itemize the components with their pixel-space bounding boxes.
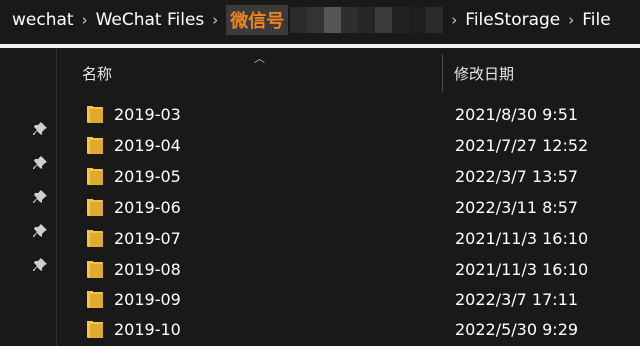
list-item[interactable]: 2019-05 2022/3/7 13:57 (57, 162, 640, 193)
list-item[interactable]: 2019-03 2021/8/30 9:51 (57, 100, 640, 131)
folder-name: 2019-09 (114, 290, 181, 309)
chevron-right-icon[interactable]: › (451, 11, 457, 29)
folder-name: 2019-03 (114, 105, 181, 124)
folder-name: 2019-04 (114, 136, 181, 155)
list-item[interactable]: 2019-06 2022/3/11 8:57 (57, 193, 640, 224)
breadcrumb-file[interactable]: File (582, 10, 610, 30)
breadcrumb-filestorage[interactable]: FileStorage (465, 10, 560, 30)
folder-icon (87, 199, 103, 216)
list-item[interactable]: 2019-10 2022/5/30 9:29 (57, 315, 640, 346)
date-modified: 2021/8/30 9:51 (455, 105, 579, 124)
pin-icon[interactable] (32, 223, 48, 239)
redacted-area (290, 7, 444, 33)
folder-icon (87, 137, 103, 154)
breadcrumb-wechat-id[interactable]: 微信号 (226, 5, 289, 35)
folder-icon (87, 168, 103, 185)
date-modified: 2022/3/11 8:57 (455, 198, 579, 217)
date-modified: 2021/11/3 16:10 (455, 229, 589, 248)
list-item[interactable]: 2019-08 2021/11/3 16:10 (57, 255, 640, 286)
folder-name: 2019-07 (114, 229, 181, 248)
list-item[interactable]: 2019-04 2021/7/27 12:52 (57, 131, 640, 162)
breadcrumb-wechat-files[interactable]: WeChat Files (96, 10, 205, 30)
folder-icon (87, 261, 103, 278)
list-item[interactable]: 2019-07 2021/11/3 16:10 (57, 224, 640, 255)
folder-icon (87, 106, 103, 123)
pin-icon[interactable] (32, 155, 48, 171)
date-modified: 2021/7/27 12:52 (455, 136, 589, 155)
column-resize-handle[interactable] (442, 54, 443, 92)
date-modified: 2022/5/30 9:29 (455, 320, 579, 339)
chevron-right-icon[interactable]: › (82, 11, 88, 29)
folder-name: 2019-10 (114, 320, 181, 339)
pin-icon[interactable] (32, 189, 48, 205)
list-item[interactable]: 2019-09 2022/3/7 17:11 (57, 285, 640, 316)
folder-name: 2019-06 (114, 198, 181, 217)
breadcrumb-wechat[interactable]: wechat (12, 10, 74, 30)
chevron-right-icon[interactable]: › (568, 11, 574, 29)
address-bar[interactable]: wechat › WeChat Files › 微信号 › FileStorag… (0, 0, 640, 40)
date-modified: 2022/3/7 17:11 (455, 290, 579, 309)
sort-up-icon: ︿ (254, 52, 265, 65)
date-modified: 2021/11/3 16:10 (455, 260, 589, 279)
folder-icon (87, 291, 103, 308)
chevron-right-icon[interactable]: › (212, 11, 218, 29)
folder-icon (87, 230, 103, 247)
folder-name: 2019-05 (114, 167, 181, 186)
column-header-name[interactable]: 名称 (82, 52, 112, 94)
toolbar-divider (0, 44, 640, 48)
folder-icon (87, 321, 103, 338)
column-header-date-modified[interactable]: 修改日期 (454, 52, 514, 94)
folder-name: 2019-08 (114, 260, 181, 279)
date-modified: 2022/3/7 13:57 (455, 167, 579, 186)
pin-icon[interactable] (32, 121, 48, 137)
pin-icon[interactable] (32, 257, 48, 273)
